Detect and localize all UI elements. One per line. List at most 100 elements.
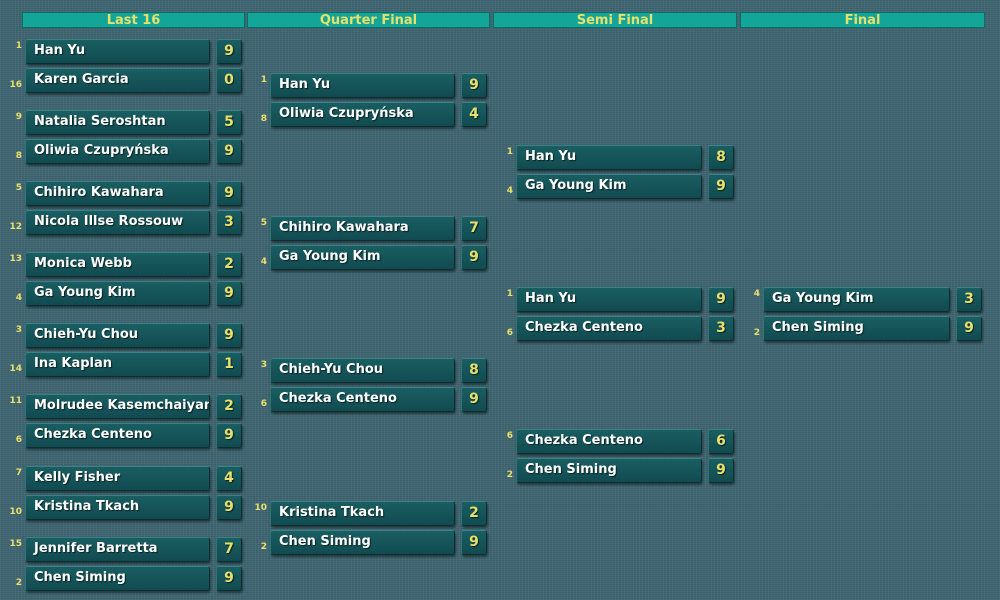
player-name[interactable]: Jennifer Barretta [25, 537, 210, 562]
player-score: 4 [461, 102, 487, 127]
player-seed: 2 [15, 578, 22, 588]
player-seed: 1 [260, 75, 267, 85]
player-score: 2 [461, 501, 487, 526]
player-seed: 7 [15, 468, 22, 478]
player-seed: 16 [9, 80, 22, 90]
player-seed: 5 [15, 183, 22, 193]
player-score: 9 [461, 387, 487, 412]
player-seed: 6 [506, 431, 513, 441]
player-seed: 4 [753, 289, 760, 299]
player-name[interactable]: Kristina Tkach [270, 501, 455, 526]
player-seed: 1 [506, 147, 513, 157]
player-score: 4 [216, 466, 242, 491]
player-name[interactable]: Oliwia Czupryńska [270, 102, 455, 127]
player-seed: 8 [260, 114, 267, 124]
player-score: 9 [708, 287, 734, 312]
player-name[interactable]: Ga Young Kim [763, 287, 950, 312]
player-score: 3 [216, 210, 242, 235]
player-score: 9 [461, 73, 487, 98]
player-name[interactable]: Molrudee Kasemchaiyanan [25, 394, 210, 419]
player-score: 9 [956, 316, 982, 341]
player-seed: 3 [15, 325, 22, 335]
player-name[interactable]: Chieh-Yu Chou [270, 358, 455, 383]
player-name[interactable]: Chen Siming [25, 566, 210, 591]
player-name[interactable]: Kristina Tkach [25, 495, 210, 520]
player-name[interactable]: Ina Kaplan [25, 352, 210, 377]
player-score: 2 [216, 394, 242, 419]
player-name[interactable]: Chihiro Kawahara [25, 181, 210, 206]
round-header-0: Last 16 [22, 12, 245, 28]
player-seed: 2 [753, 328, 760, 338]
player-score: 9 [216, 423, 242, 448]
player-seed: 11 [9, 396, 22, 406]
player-name[interactable]: Ga Young Kim [516, 174, 702, 199]
player-name[interactable]: Chen Siming [516, 458, 702, 483]
player-score: 7 [461, 216, 487, 241]
round-header-1: Quarter Final [247, 12, 490, 28]
player-score: 9 [216, 181, 242, 206]
player-seed: 10 [9, 507, 22, 517]
player-score: 9 [461, 245, 487, 270]
player-name[interactable]: Chezka Centeno [25, 423, 210, 448]
player-name[interactable]: Karen Garcia [25, 68, 210, 93]
player-score: 9 [708, 174, 734, 199]
player-score: 2 [216, 252, 242, 277]
player-seed: 5 [260, 218, 267, 228]
player-score: 6 [708, 429, 734, 454]
player-seed: 10 [254, 503, 267, 513]
player-score: 3 [956, 287, 982, 312]
player-score: 0 [216, 68, 242, 93]
player-name[interactable]: Ga Young Kim [270, 245, 455, 270]
player-score: 9 [216, 39, 242, 64]
player-seed: 6 [260, 399, 267, 409]
player-seed: 2 [506, 470, 513, 480]
player-score: 9 [216, 281, 242, 306]
player-seed: 9 [15, 112, 22, 122]
player-score: 9 [461, 530, 487, 555]
player-seed: 4 [506, 186, 513, 196]
player-name[interactable]: Han Yu [516, 145, 702, 170]
player-score: 9 [216, 139, 242, 164]
player-score: 9 [216, 495, 242, 520]
player-score: 5 [216, 110, 242, 135]
player-score: 8 [461, 358, 487, 383]
player-score: 9 [708, 458, 734, 483]
player-score: 9 [216, 566, 242, 591]
player-name[interactable]: Han Yu [25, 39, 210, 64]
player-name[interactable]: Monica Webb [25, 252, 210, 277]
round-header-2: Semi Final [493, 12, 737, 28]
player-name[interactable]: Chezka Centeno [516, 316, 702, 341]
player-seed: 14 [9, 364, 22, 374]
player-seed: 15 [9, 539, 22, 549]
player-score: 7 [216, 537, 242, 562]
player-seed: 6 [15, 435, 22, 445]
player-score: 8 [708, 145, 734, 170]
round-header-3: Final [740, 12, 985, 28]
player-name[interactable]: Han Yu [270, 73, 455, 98]
player-seed: 8 [15, 151, 22, 161]
player-name[interactable]: Chezka Centeno [270, 387, 455, 412]
player-name[interactable]: Chen Siming [270, 530, 455, 555]
player-seed: 4 [260, 257, 267, 267]
player-score: 3 [708, 316, 734, 341]
player-name[interactable]: Chezka Centeno [516, 429, 702, 454]
player-name[interactable]: Natalia Seroshtan [25, 110, 210, 135]
player-seed: 1 [506, 289, 513, 299]
player-name[interactable]: Nicola Illse Rossouw [25, 210, 210, 235]
player-seed: 13 [9, 254, 22, 264]
player-name[interactable]: Chen Siming [763, 316, 950, 341]
player-name[interactable]: Ga Young Kim [25, 281, 210, 306]
player-name[interactable]: Chihiro Kawahara [270, 216, 455, 241]
player-name[interactable]: Chieh-Yu Chou [25, 323, 210, 348]
player-seed: 1 [15, 41, 22, 51]
player-name[interactable]: Oliwia Czupryńska [25, 139, 210, 164]
player-name[interactable]: Han Yu [516, 287, 702, 312]
player-score: 1 [216, 352, 242, 377]
player-seed: 12 [9, 222, 22, 232]
player-seed: 2 [260, 542, 267, 552]
player-seed: 4 [15, 293, 22, 303]
player-seed: 3 [260, 360, 267, 370]
player-name[interactable]: Kelly Fisher [25, 466, 210, 491]
player-score: 9 [216, 323, 242, 348]
player-seed: 6 [506, 328, 513, 338]
